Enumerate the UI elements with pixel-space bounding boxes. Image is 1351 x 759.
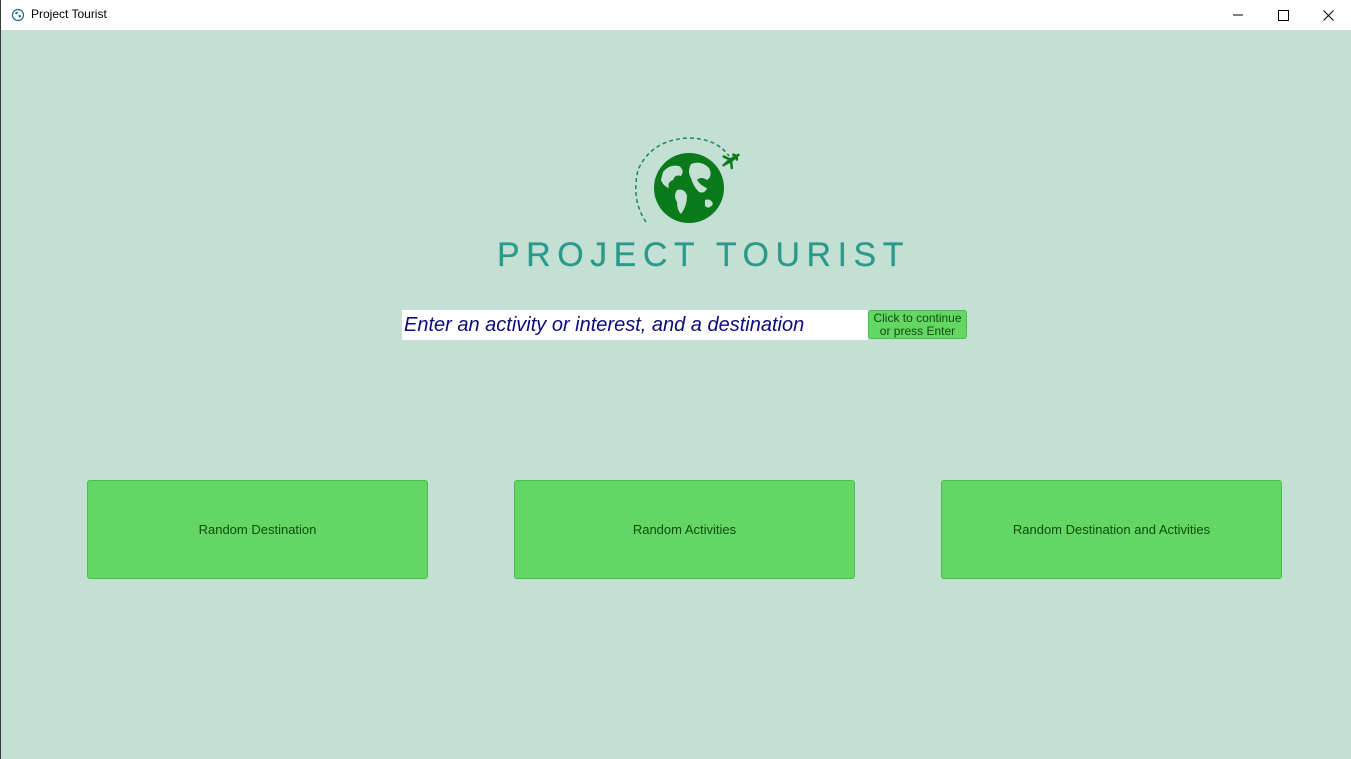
maximize-button[interactable] <box>1260 0 1306 30</box>
window-title: Project Tourist <box>31 7 107 21</box>
logo-text: PROJECT TOURIST <box>497 236 910 274</box>
continue-button[interactable]: Click to continue or press Enter <box>868 310 967 339</box>
random-destination-and-activities-button[interactable]: Random Destination and Activities <box>941 480 1282 579</box>
main-panel: PROJECT TOURIST Click to continue or pre… <box>1 30 1351 759</box>
globe-icon <box>11 8 25 22</box>
random-activities-button[interactable]: Random Activities <box>514 480 855 579</box>
maximize-icon <box>1277 9 1289 21</box>
close-button[interactable] <box>1305 0 1351 30</box>
random-destination-button[interactable]: Random Destination <box>87 480 428 579</box>
close-icon <box>1322 9 1334 21</box>
app-window: Project Tourist PROJECT TOURIST Enter an… <box>0 0 1351 759</box>
minimize-button[interactable] <box>1215 0 1261 30</box>
title-bar[interactable]: Project Tourist <box>1 0 1351 30</box>
search-input[interactable] <box>402 310 868 340</box>
minimize-icon <box>1233 14 1243 16</box>
